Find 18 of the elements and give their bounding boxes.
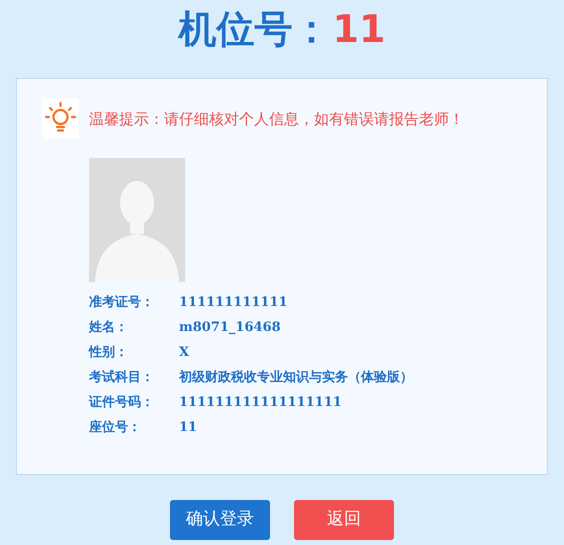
field-value: 111111111111	[179, 294, 288, 312]
field-value: m8071_16468	[179, 318, 281, 337]
seat-number: 11	[332, 6, 386, 52]
field-label: 性别：	[89, 344, 129, 362]
confirm-login-button[interactable]: 确认登录	[170, 500, 270, 540]
header-label: 机位号：	[178, 6, 331, 52]
field-label: 考试科目：	[89, 368, 155, 387]
field-value: X	[179, 344, 190, 362]
field-value: 11	[179, 418, 198, 437]
back-button[interactable]: 返回	[294, 500, 394, 540]
field-label: 准考证号：	[89, 294, 155, 312]
lightbulb-icon	[42, 99, 79, 139]
field-label: 证件号码：	[89, 394, 155, 412]
field-value: 初级财政税收专业知识与实务（体验版）	[179, 368, 413, 387]
notice-text: 温馨提示：请仔细核对个人信息，如有错误请报告老师！	[89, 108, 464, 130]
field-label: 座位号：	[89, 418, 142, 437]
field-label: 姓名：	[89, 318, 129, 337]
field-value: 111111111111111111	[179, 394, 342, 412]
